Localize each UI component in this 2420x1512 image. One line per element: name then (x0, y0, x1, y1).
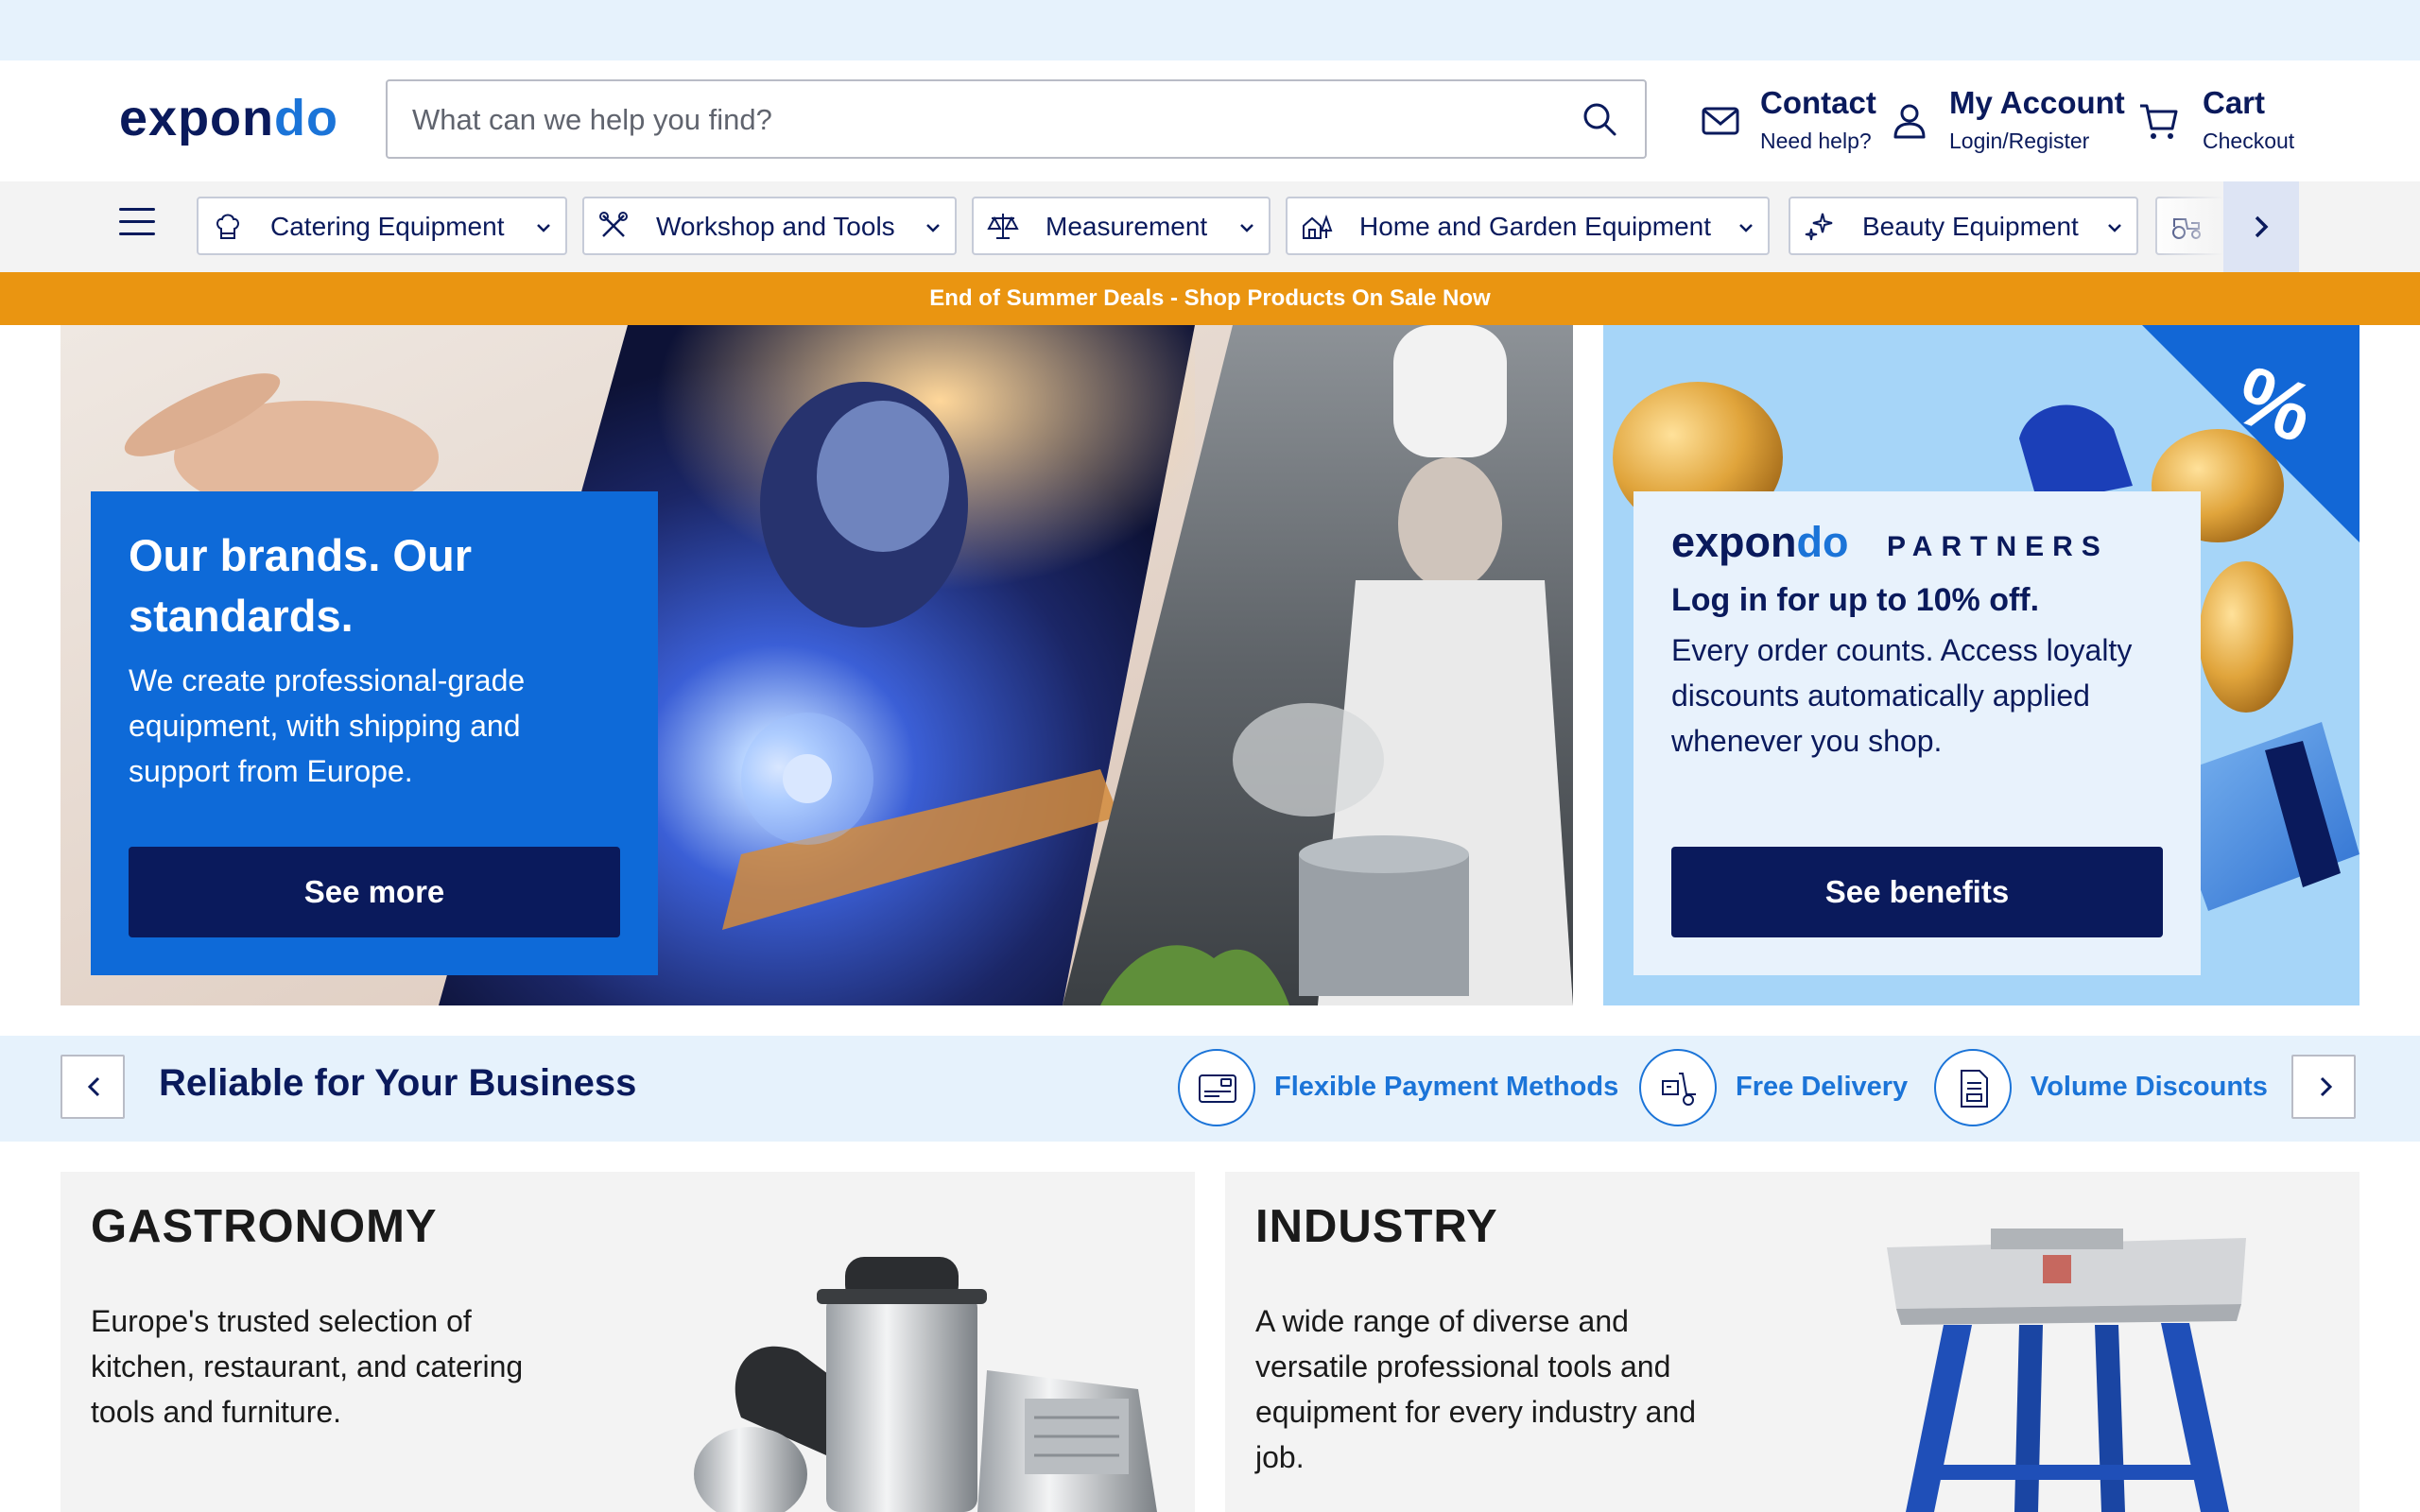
account-title: My Account (1949, 85, 2125, 120)
benefit-icon-circle (1178, 1049, 1255, 1126)
nav-catering-equipment[interactable]: Catering Equipment (197, 197, 567, 255)
sparkle-icon (1805, 213, 1833, 241)
logo-text-part1: expon (119, 90, 275, 146)
nav-label: Home and Garden Equipment (1359, 212, 1711, 241)
user-icon (1893, 104, 1926, 139)
logo-text-part2: do (274, 90, 339, 146)
benefits-next-button[interactable] (2291, 1055, 2356, 1119)
partners-logo-text-part2: do (1796, 518, 1849, 566)
nav-home-and-garden[interactable]: Home and Garden Equipment (1286, 197, 1770, 255)
search-bar[interactable] (386, 79, 1647, 159)
partners-card: expondo PARTNERS Log in for up to 10% of… (1634, 491, 2201, 975)
gastronomy-title: GASTRONOMY (91, 1201, 438, 1252)
industry-title: INDUSTRY (1255, 1201, 1498, 1252)
mail-icon (1702, 107, 1739, 135)
nav-fade (2148, 181, 2223, 272)
benefits-title: Reliable for Your Business (159, 1062, 637, 1104)
nav-label: Catering Equipment (270, 212, 505, 241)
chevron-down-icon (2108, 224, 2121, 232)
document-discount-icon (1961, 1070, 1988, 1108)
gastronomy-text: Europe's trusted selection of kitchen, r… (91, 1304, 524, 1429)
partners-logo-text-part1: expon (1671, 518, 1797, 566)
search-input[interactable] (410, 81, 1548, 159)
chevron-right-icon (2320, 1076, 2333, 1097)
benefits-prev-button[interactable] (60, 1055, 125, 1119)
top-band (0, 0, 2420, 60)
site-header: expondo Contact Need help? My Account Lo… (0, 60, 2420, 181)
house-tree-icon (1303, 215, 1333, 239)
chevron-left-icon (87, 1076, 100, 1097)
benefit-label: Volume Discounts (2031, 1072, 2268, 1102)
tools-icon (599, 212, 628, 237)
benefit-free-delivery[interactable]: Free Delivery (1639, 1049, 1923, 1128)
menu-icon[interactable] (119, 208, 155, 240)
hero-banner[interactable]: Our brands. Our standards. We create pro… (60, 325, 1573, 1005)
chef-hat-icon (216, 214, 239, 239)
contact-title: Contact (1760, 85, 1876, 120)
nav-scroll-right-button[interactable] (2223, 181, 2299, 272)
benefit-label: Flexible Payment Methods (1274, 1072, 1619, 1102)
nav-measurement[interactable]: Measurement (972, 197, 1270, 255)
industry-card[interactable]: INDUSTRY A wide range of diverse and ver… (1225, 1172, 2360, 1512)
nav-label: Beauty Equipment (1862, 212, 2079, 241)
hero-card: Our brands. Our standards. We create pro… (91, 491, 658, 975)
nav-label: Workshop and Tools (656, 212, 895, 241)
contact-subtitle: Need help? (1760, 129, 1872, 153)
nav-beauty-equipment[interactable]: Beauty Equipment (1789, 197, 2138, 255)
credit-card-icon (1199, 1074, 1236, 1103)
account-subtitle: Login/Register (1949, 129, 2090, 153)
hero-text: We create professional-grade equipment, … (129, 663, 526, 788)
partners-title: Log in for up to 10% off. (1671, 582, 2040, 618)
see-more-button[interactable]: See more (129, 847, 620, 937)
benefits-strip: Reliable for Your Business Flexible Paym… (0, 1036, 2420, 1142)
benefit-flexible-payment[interactable]: Flexible Payment Methods (1178, 1049, 1618, 1128)
chevron-right-icon (2255, 215, 2269, 238)
promo-banner[interactable]: End of Summer Deals - Shop Products On S… (0, 272, 2420, 325)
expondo-logo[interactable]: expondo (119, 89, 338, 147)
account-link[interactable]: My Account Login/Register (1887, 81, 2125, 161)
chevron-down-icon (926, 224, 940, 232)
cart-subtitle: Checkout (2203, 129, 2295, 153)
cart-icon (2140, 104, 2178, 139)
cart-title: Cart (2203, 85, 2266, 120)
partners-text: Every order counts. Access loyalty disco… (1671, 633, 2133, 758)
see-benefits-button[interactable]: See benefits (1671, 847, 2163, 937)
industry-text: A wide range of diverse and versatile pr… (1255, 1304, 1697, 1474)
benefit-label: Free Delivery (1736, 1072, 1909, 1102)
partners-logo: expondo (1671, 518, 1849, 567)
search-icon[interactable] (1581, 100, 1618, 138)
chevron-down-icon (1739, 224, 1753, 232)
cart-link[interactable]: Cart Checkout (2136, 81, 2307, 161)
delivery-trolley-icon (1662, 1073, 1696, 1106)
partners-wordmark: PARTNERS (1887, 531, 2109, 562)
benefit-icon-circle (1639, 1049, 1717, 1126)
nav-label: Measurement (1046, 212, 1208, 241)
partners-banner[interactable]: % expondo PARTNERS Log in for up to 10% … (1603, 325, 2360, 1005)
nav-workshop-and-tools[interactable]: Workshop and Tools (582, 197, 957, 255)
chevron-down-icon (537, 224, 550, 232)
hero-title: Our brands. Our standards. (129, 530, 472, 641)
gastronomy-card[interactable]: GASTRONOMY Europe's trusted selection of… (60, 1172, 1195, 1512)
kitchen-appliances-image (694, 1257, 1157, 1512)
scale-icon (987, 214, 1019, 239)
benefit-icon-circle (1934, 1049, 2012, 1126)
category-nav: Catering Equipment Workshop and Tools Me… (0, 181, 2420, 272)
contact-link[interactable]: Contact Need help? (1698, 81, 1887, 161)
chevron-down-icon (1240, 224, 1253, 232)
benefit-volume-discounts[interactable]: Volume Discounts (1934, 1049, 2293, 1128)
router-table-image (1887, 1228, 2246, 1512)
